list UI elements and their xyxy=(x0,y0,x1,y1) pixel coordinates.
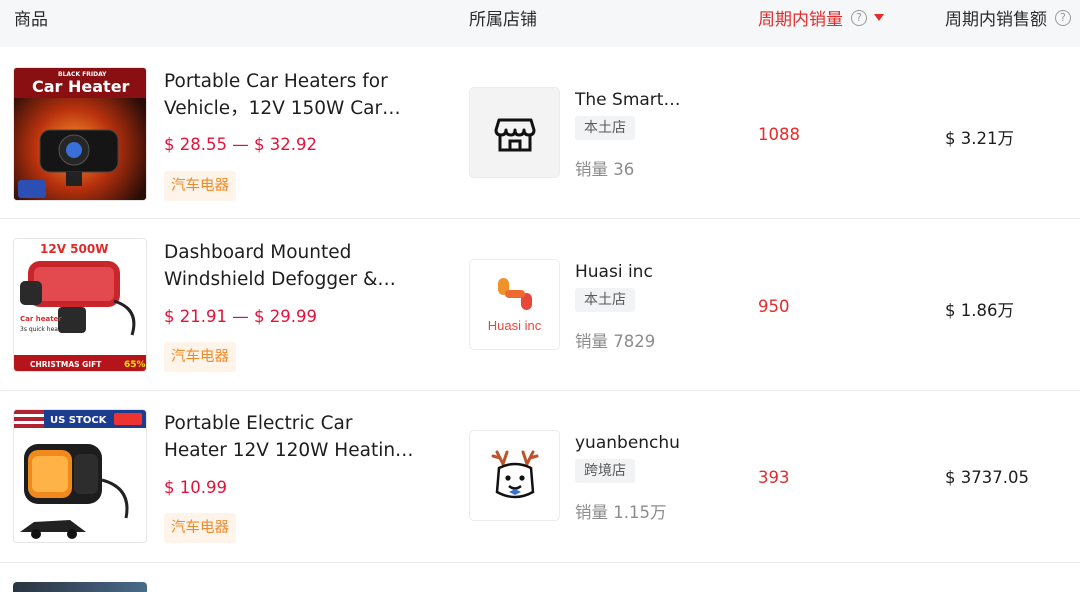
column-header-shop: 所属店铺 xyxy=(469,10,537,30)
product-price: $ 10.99 xyxy=(164,478,227,497)
shop-sales: 销量 36 xyxy=(575,160,635,179)
reindeer-mascot-icon xyxy=(491,450,538,498)
table-row[interactable] xyxy=(0,563,1080,592)
period-sales-value: 1088 xyxy=(758,125,800,144)
help-icon[interactable]: ? xyxy=(851,9,867,26)
shop-name[interactable]: Huasi inc xyxy=(575,262,653,282)
shop-name[interactable]: The Smart… xyxy=(575,90,680,110)
storefront-icon xyxy=(494,118,535,151)
shop-logo[interactable] xyxy=(469,430,560,521)
thumb-title-text: Car Heater xyxy=(32,77,130,96)
shop-type-badge: 本土店 xyxy=(575,288,635,312)
shop-sales: 销量 1.15万 xyxy=(575,503,667,522)
table-header: 商品 所属店铺 周期内销量 ? 周期内销售额 ? xyxy=(0,0,1080,47)
period-revenue-value: $ 3737.05 xyxy=(945,468,1029,487)
category-tag: 汽车电器 xyxy=(164,513,236,543)
column-header-period-sales[interactable]: 周期内销量 ? xyxy=(758,5,884,30)
column-header-product: 商品 xyxy=(14,10,48,30)
thumb-badge-text: US STOCK xyxy=(50,415,108,426)
product-title[interactable]: Portable Electric Car Heater 12V 120W He… xyxy=(164,410,414,464)
shop-logo[interactable] xyxy=(469,87,560,178)
thumb-caption-text: Car heater xyxy=(20,315,62,323)
thumb-badge-text: 12V 500W xyxy=(40,242,108,256)
period-sales-value: 950 xyxy=(758,297,790,316)
thumb-discount-text: 65% xyxy=(124,360,146,370)
period-sales-value: 393 xyxy=(758,468,790,487)
column-header-period-revenue[interactable]: 周期内销售额 ? xyxy=(945,5,1071,30)
shop-type-badge: 跨境店 xyxy=(575,459,635,483)
thumb-subcaption-text: 3s quick heat xyxy=(20,326,61,333)
product-thumbnail[interactable]: US STOCK xyxy=(13,409,147,543)
table-row[interactable]: US STOCK Portable Electric Car Heater 12… xyxy=(0,392,1080,563)
category-tag: 汽车电器 xyxy=(164,342,236,372)
product-thumbnail[interactable]: BLACK FRIDAY Car Heater xyxy=(13,67,147,201)
period-revenue-value: $ 1.86万 xyxy=(945,301,1014,320)
product-price: $ 28.55 — $ 32.92 xyxy=(164,135,317,154)
huasi-logo-icon xyxy=(497,278,532,310)
product-thumbnail[interactable]: 12V 500W Car heater 3s quick heat CHRIST… xyxy=(13,238,147,372)
product-thumbnail[interactable] xyxy=(13,582,147,592)
product-price: $ 21.91 — $ 29.99 xyxy=(164,307,317,326)
table-row[interactable]: 12V 500W Car heater 3s quick heat CHRIST… xyxy=(0,220,1080,391)
sort-desc-icon[interactable] xyxy=(874,14,884,21)
shop-name[interactable]: yuanbenchu xyxy=(575,433,680,453)
shop-logo-text: Huasi inc xyxy=(487,318,542,333)
shop-logo[interactable]: Huasi inc xyxy=(469,259,560,350)
shop-type-badge: 本土店 xyxy=(575,116,635,140)
period-revenue-value: $ 3.21万 xyxy=(945,129,1014,148)
product-title[interactable]: Dashboard Mounted Windshield Defogger &… xyxy=(164,239,414,293)
table-row[interactable]: BLACK FRIDAY Car Heater Portable Car Hea… xyxy=(0,48,1080,219)
product-title[interactable]: Portable Car Heaters for Vehicle，12V 150… xyxy=(164,68,414,122)
help-icon[interactable]: ? xyxy=(1055,9,1071,26)
shop-sales: 销量 7829 xyxy=(575,332,656,351)
category-tag: 汽车电器 xyxy=(164,171,236,201)
thumb-promo-text: CHRISTMAS GIFT xyxy=(30,360,102,369)
